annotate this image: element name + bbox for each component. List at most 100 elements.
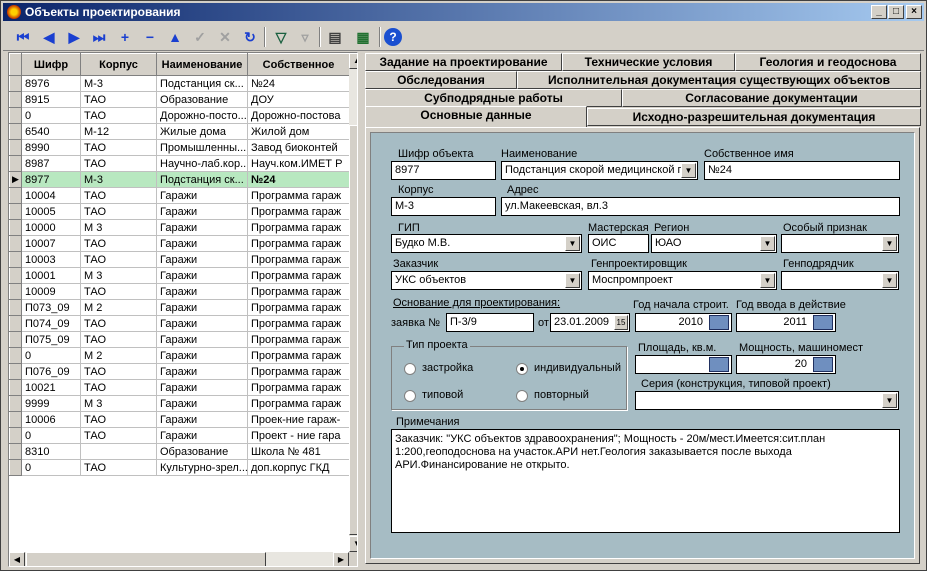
cell-name[interactable]: Образование	[156, 91, 248, 108]
cell-shifr[interactable]: 0	[21, 427, 81, 444]
cell-own-name[interactable]: Программа гараж	[247, 299, 350, 316]
row-indicator[interactable]	[9, 235, 22, 252]
title-bar[interactable]: Объекты проектирования _ □ ×	[3, 3, 924, 21]
cell-shifr[interactable]: 10000	[21, 219, 81, 236]
cell-shifr[interactable]: 10003	[21, 251, 81, 268]
cell-name[interactable]: Гаражи	[156, 267, 248, 284]
cell-own-name[interactable]: Программа гараж	[247, 363, 350, 380]
cell-own-name[interactable]: Проект - ние гара	[247, 427, 350, 444]
cell-korpus[interactable]: ТАО	[80, 251, 157, 268]
cell-korpus[interactable]: ТАО	[80, 315, 157, 332]
gen-designer-select[interactable]: Моспромпроект ▼	[588, 271, 777, 290]
notes-textarea[interactable]: Заказчик: "УКС объектов здравоохранения"…	[391, 429, 900, 533]
cell-own-name[interactable]: Науч.ком.ИМЕТ Р	[247, 155, 350, 172]
tab-documentation-approval[interactable]: Согласование документации	[622, 89, 921, 107]
cell-own-name[interactable]: Жилой дом	[247, 123, 350, 140]
first-record-icon[interactable]: ⏮	[13, 27, 33, 47]
cell-shifr[interactable]: П075_09	[21, 331, 81, 348]
cell-korpus[interactable]: ТАО	[80, 107, 157, 124]
column-header-shifr[interactable]: Шифр	[21, 53, 81, 76]
cell-own-name[interactable]: Программа гараж	[247, 347, 350, 364]
cell-shifr[interactable]: 8990	[21, 139, 81, 156]
cell-name[interactable]: Гаражи	[156, 379, 248, 396]
grid-vertical-scrollbar[interactable]: ▲ ▼	[349, 53, 357, 552]
table-row[interactable]: 0 ТАО Культурно-зрел... доп.корпус ГКД	[9, 459, 350, 476]
row-indicator[interactable]	[9, 459, 22, 476]
workshop-field[interactable]: ОИС	[588, 234, 649, 253]
cell-name[interactable]: Гаражи	[156, 235, 248, 252]
gen-contractor-select[interactable]: ▼	[781, 271, 899, 290]
cell-korpus[interactable]: ТАО	[80, 331, 157, 348]
table-row[interactable]: 6540 М-12 Жилые дома Жилой дом	[9, 123, 350, 140]
prior-record-icon[interactable]: ◀	[39, 27, 59, 47]
row-indicator[interactable]	[9, 363, 22, 380]
cell-shifr[interactable]: П074_09	[21, 315, 81, 332]
refresh-icon[interactable]: ↻	[240, 27, 260, 47]
cell-shifr[interactable]: П076_09	[21, 363, 81, 380]
tab-executive-documentation[interactable]: Исполнительная документация существующих…	[517, 71, 921, 89]
cell-shifr[interactable]: 10004	[21, 187, 81, 204]
cell-shifr[interactable]: 10009	[21, 283, 81, 300]
maximize-button[interactable]: □	[888, 5, 904, 19]
cell-shifr[interactable]: 0	[21, 459, 81, 476]
cell-name[interactable]: Гаражи	[156, 395, 248, 412]
cell-shifr[interactable]: 8976	[21, 75, 81, 92]
properties-icon[interactable]: ▤	[325, 27, 345, 47]
cell-name[interactable]: Гаражи	[156, 411, 248, 428]
table-row[interactable]: 10009 ТАО Гаражи Программа гараж	[9, 283, 350, 300]
cell-own-name[interactable]: Программа гараж	[247, 331, 350, 348]
table-row[interactable]: 8990 ТАО Промышленны... Завод биоконтей	[9, 139, 350, 156]
row-indicator[interactable]	[9, 123, 22, 140]
gip-select[interactable]: Будко М.В. ▼	[391, 234, 582, 253]
cell-name[interactable]: Гаражи	[156, 427, 248, 444]
chevron-down-icon[interactable]: ▼	[565, 273, 580, 288]
row-indicator[interactable]	[9, 203, 22, 220]
radio-individual[interactable]	[516, 363, 528, 375]
cell-korpus[interactable]: ТАО	[80, 427, 157, 444]
cell-shifr[interactable]: 8915	[21, 91, 81, 108]
cell-korpus[interactable]: ТАО	[80, 91, 157, 108]
cell-name[interactable]: Подстанция ск...	[156, 171, 248, 188]
tab-technical-conditions[interactable]: Технические условия	[562, 53, 735, 71]
cell-shifr[interactable]: 8987	[21, 155, 81, 172]
cell-own-name[interactable]: Дорожно-постова	[247, 107, 350, 124]
cell-own-name[interactable]: Программа гараж	[247, 379, 350, 396]
cell-name[interactable]: Жилые дома	[156, 123, 248, 140]
grid-horizontal-scrollbar[interactable]: ◀ ▶	[9, 552, 349, 566]
cell-shifr[interactable]: 0	[21, 107, 81, 124]
table-row[interactable]: 8310 Образование Школа № 481	[9, 443, 350, 460]
calculator-icon[interactable]	[709, 357, 729, 372]
row-indicator[interactable]	[9, 395, 22, 412]
cell-own-name[interactable]: доп.корпус ГКД	[247, 459, 350, 476]
row-indicator[interactable]	[9, 219, 22, 236]
export-excel-icon[interactable]: ▦	[353, 27, 373, 47]
cell-own-name[interactable]: Школа № 481	[247, 443, 350, 460]
cell-shifr[interactable]: 10007	[21, 235, 81, 252]
cell-name[interactable]: Гаражи	[156, 283, 248, 300]
table-row[interactable]: 10007 ТАО Гаражи Программа гараж	[9, 235, 350, 252]
cell-shifr[interactable]: 10001	[21, 267, 81, 284]
cell-own-name[interactable]: Проек-ние гараж-	[247, 411, 350, 428]
cell-name[interactable]: Подстанция ск...	[156, 75, 248, 92]
cell-korpus[interactable]: М 3	[80, 267, 157, 284]
table-row[interactable]: П074_09 ТАО Гаражи Программа гараж	[9, 315, 350, 332]
calculator-icon[interactable]	[813, 357, 833, 372]
scroll-right-button[interactable]: ▶	[333, 552, 349, 566]
cell-name[interactable]: Промышленны...	[156, 139, 248, 156]
chevron-down-icon[interactable]: ▼	[882, 236, 897, 251]
cell-own-name[interactable]: Программа гараж	[247, 267, 350, 284]
cell-own-name[interactable]: Программа гараж	[247, 235, 350, 252]
cell-korpus[interactable]: ТАО	[80, 411, 157, 428]
tab-design-assignment[interactable]: Задание на проектирование	[365, 53, 562, 71]
special-select[interactable]: ▼	[781, 234, 899, 253]
edit-record-icon[interactable]: ▲	[165, 27, 185, 47]
cell-shifr[interactable]: 0	[21, 347, 81, 364]
cell-shifr[interactable]: 8977	[21, 171, 81, 188]
cell-korpus[interactable]: М 2	[80, 347, 157, 364]
table-row[interactable]: 0М 2 Гаражи Программа гараж	[9, 347, 350, 364]
table-row[interactable]: 10005 ТАО Гаражи Программа гараж	[9, 203, 350, 220]
cell-own-name[interactable]: Завод биоконтей	[247, 139, 350, 156]
cell-korpus[interactable]: ТАО	[80, 203, 157, 220]
cell-korpus[interactable]: М 2	[80, 299, 157, 316]
cell-name[interactable]: Научно-лаб.кор...	[156, 155, 248, 172]
